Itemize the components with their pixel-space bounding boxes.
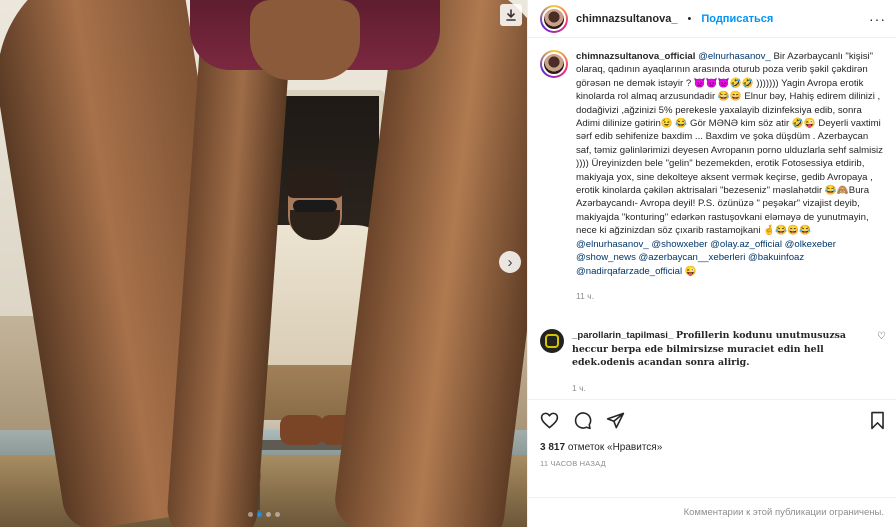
more-options-icon[interactable]: ··· xyxy=(869,11,886,27)
comments-section[interactable]: chimnazsultanova_official @elnurhasanov_… xyxy=(528,38,896,399)
carousel-dot xyxy=(248,512,253,517)
avatar-image xyxy=(545,334,559,349)
mention-link[interactable]: @elnurhasanov_ xyxy=(698,51,771,62)
next-slide-button[interactable]: › xyxy=(499,251,521,273)
footer-note: Комментарии к этой публикации ограничены… xyxy=(683,507,884,518)
action-icons xyxy=(540,408,886,432)
comment-icon[interactable] xyxy=(573,411,592,430)
header-username[interactable]: chimnazsultanova_ xyxy=(576,13,677,25)
likes-count[interactable]: 3 817 отметок «Нравится» xyxy=(540,442,886,453)
photo-man-hair xyxy=(286,168,344,198)
post-viewer: › chimnazsultanova_ • Подписаться ··· ch… xyxy=(0,0,896,527)
post-timestamp[interactable]: 11 ЧАСОВ НАЗАД xyxy=(540,459,886,468)
avatar[interactable] xyxy=(540,50,568,78)
comment-body: _parollarin_tapilmasi_ Profillerin kodun… xyxy=(572,329,863,395)
carousel-dot xyxy=(266,512,271,517)
post-side-panel: chimnazsultanova_ • Подписаться ··· chim… xyxy=(527,0,896,527)
avatar-image xyxy=(542,6,566,31)
carousel-dot xyxy=(257,512,262,517)
carousel-dots xyxy=(248,512,280,517)
chevron-right-icon: › xyxy=(507,253,513,271)
download-icon xyxy=(506,9,516,21)
avatar[interactable] xyxy=(540,329,564,354)
mention-link[interactable]: @azerbaycan__xeberleri xyxy=(639,252,746,263)
caption: chimnazsultanova_official @elnurhasanov_… xyxy=(540,50,886,303)
carousel-dot xyxy=(275,512,280,517)
follow-button[interactable]: Подписаться xyxy=(701,13,773,25)
mention-link[interactable]: @showxeber xyxy=(651,239,707,250)
photo-man-sunglasses xyxy=(293,200,337,212)
mention-link[interactable]: @elnurhasanov_ xyxy=(576,239,649,250)
caption-body: chimnazsultanova_official @elnurhasanov_… xyxy=(576,50,886,303)
mention-link[interactable]: @olay.az_official xyxy=(710,239,782,250)
caption-age: 11 ч. xyxy=(576,290,594,301)
post-header: chimnazsultanova_ • Подписаться ··· xyxy=(528,0,896,38)
share-icon[interactable] xyxy=(606,411,625,430)
avatar-image xyxy=(542,52,566,76)
photo-man-shoe xyxy=(280,415,324,445)
comment-username[interactable]: _parollarin_tapilmasi_ xyxy=(572,330,673,341)
bookmark-icon[interactable] xyxy=(869,411,886,430)
caption-text-segment: 😜 xyxy=(682,265,697,277)
mention-link[interactable]: @nadirqafarzade_official xyxy=(576,266,682,277)
avatar[interactable] xyxy=(540,4,568,33)
comment-item: _parollarin_tapilmasi_ Profillerin kodun… xyxy=(540,329,886,395)
comments-restricted-note: Комментарии к этой публикации ограничены… xyxy=(528,497,896,527)
likes-suffix: отметок «Нравится» xyxy=(567,442,663,453)
mention-link[interactable]: @olkexeber xyxy=(785,239,836,250)
header-separator: • xyxy=(687,12,692,25)
heart-icon[interactable] xyxy=(540,411,559,430)
mention-link[interactable]: @show_news xyxy=(576,252,636,263)
likes-number: 3 817 xyxy=(540,442,566,453)
caption-text-segment: Bir Azərbaycanlı "kişisi" olaraq, qadını… xyxy=(576,51,883,237)
post-photo[interactable]: › xyxy=(0,0,527,527)
mention-link[interactable]: @bakuinfoaz xyxy=(748,252,804,263)
photo-hand xyxy=(250,0,360,80)
caption-username[interactable]: chimnazsultanova_official xyxy=(576,51,695,62)
caption-text: @elnurhasanov_ Bir Azərbaycanlı "kişisi"… xyxy=(576,51,883,277)
heart-outline-icon[interactable]: ♡ xyxy=(877,331,886,395)
download-button[interactable] xyxy=(500,4,522,26)
comment-age: 1 ч. xyxy=(572,382,586,393)
